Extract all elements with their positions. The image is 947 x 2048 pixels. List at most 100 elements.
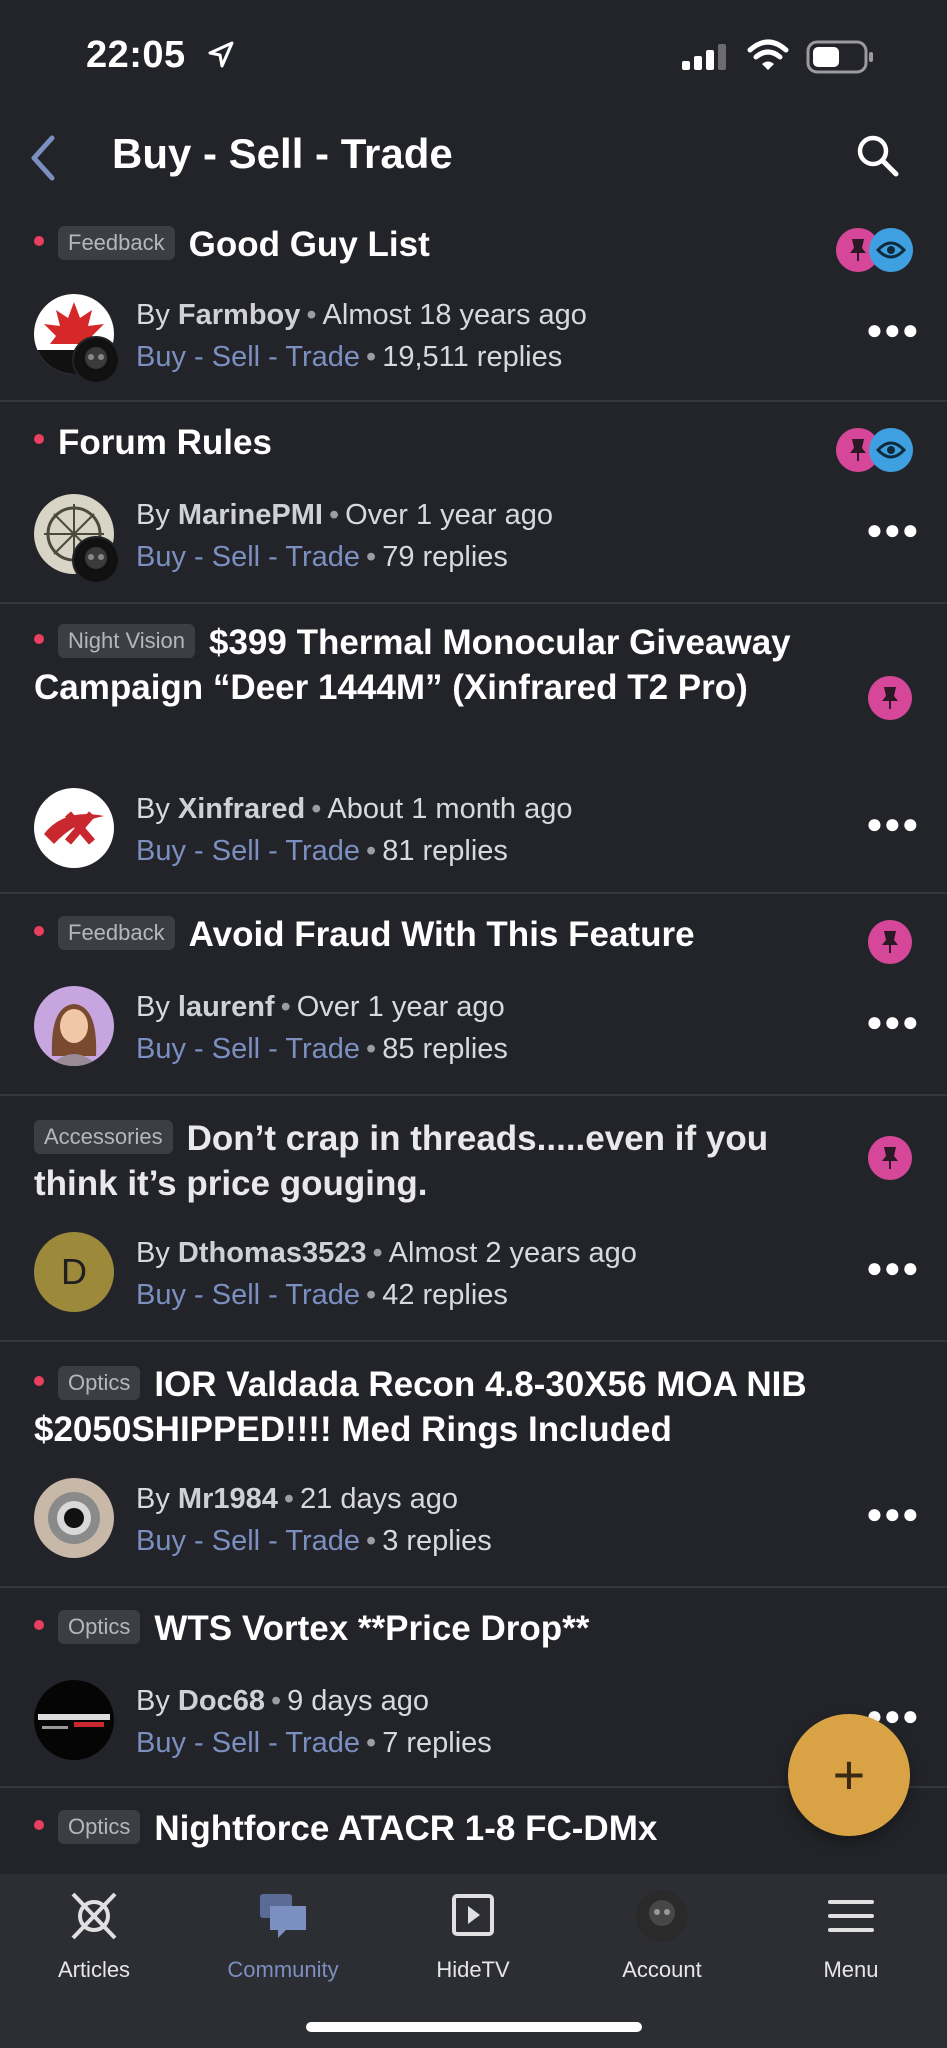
forum-link[interactable]: Buy - Sell - Trade — [136, 1279, 360, 1311]
topic-title[interactable]: Optics WTS Vortex **Price Drop** — [34, 1606, 824, 1651]
tab-menu[interactable]: Menu — [771, 1888, 931, 1983]
author-name[interactable]: Dthomas3523 — [178, 1237, 367, 1269]
nav-bar: Buy - Sell - Trade — [0, 112, 947, 212]
separator: • — [366, 1033, 377, 1065]
by-label: By — [136, 793, 170, 825]
battery-icon — [806, 40, 873, 74]
separator: • — [366, 341, 377, 373]
unread-indicator — [34, 1819, 44, 1830]
avatar[interactable] — [34, 986, 114, 1066]
topic-tag[interactable]: Feedback — [58, 915, 175, 950]
tab-community[interactable]: Community — [203, 1888, 363, 1983]
avatar-letter: D — [61, 1251, 87, 1292]
topic-tag[interactable]: Optics — [58, 1609, 141, 1644]
location-arrow-icon — [208, 41, 234, 68]
topic-title[interactable]: Forum Rules — [34, 420, 824, 465]
author-name[interactable]: laurenf — [178, 991, 275, 1023]
avatar[interactable] — [34, 1478, 114, 1558]
avatar[interactable] — [34, 1680, 114, 1760]
tab-bar: Articles Community HideTV Account Menu — [0, 1874, 947, 2048]
topic-row[interactable]: Forum Rules By MarinePMI • Over 1 year ago… — [0, 402, 947, 604]
topic-tag[interactable]: Feedback — [58, 225, 175, 260]
post-age: 9 days ago — [287, 1685, 429, 1717]
unread-indicator — [34, 1619, 44, 1630]
more-options-icon[interactable]: ●●● — [866, 808, 920, 840]
separator: • — [366, 1727, 377, 1759]
topic-row[interactable]: Feedback Avoid Fraud With This Feature By… — [0, 894, 947, 1096]
watching-eye-icon — [869, 228, 913, 272]
reply-count: 3 replies — [382, 1525, 492, 1557]
more-options-icon[interactable]: ●●● — [866, 1252, 920, 1284]
home-indicator[interactable] — [306, 2022, 642, 2032]
back-chevron-icon[interactable] — [22, 130, 62, 186]
tab-hidetv[interactable]: HideTV — [393, 1888, 553, 1983]
topic-title[interactable]: Feedback Good Guy List — [34, 222, 824, 267]
reply-count: 7 replies — [382, 1727, 492, 1759]
topic-tag[interactable]: Night Vision — [58, 623, 195, 658]
topic-row[interactable]: Feedback Good Guy List By Farmboy • Almost … — [0, 212, 947, 402]
separator: • — [306, 299, 317, 331]
topic-tag[interactable]: Accessories — [34, 1119, 173, 1154]
separator: • — [280, 991, 291, 1023]
separator: • — [366, 1525, 377, 1557]
topic-tag[interactable]: Optics — [58, 1809, 141, 1844]
more-options-icon[interactable]: ●●● — [866, 1498, 920, 1530]
plus-icon: + — [832, 1743, 866, 1806]
author-name[interactable]: MarinePMI — [178, 499, 323, 531]
topic-meta: By Dthomas3523 • Almost 2 years ago Buy - … — [136, 1232, 637, 1316]
topic-title-text[interactable]: IOR Valdada Recon 4.8-30X56 MOA NIB $205… — [34, 1365, 807, 1449]
forum-link[interactable]: Buy - Sell - Trade — [136, 835, 360, 867]
tab-account[interactable]: Account — [582, 1888, 742, 1983]
topic-title-text[interactable]: WTS Vortex **Price Drop** — [154, 1609, 589, 1648]
unread-indicator — [34, 925, 44, 936]
separator: • — [270, 1685, 282, 1717]
tab-articles[interactable]: Articles — [14, 1888, 174, 1983]
forum-link[interactable]: Buy - Sell - Trade — [136, 1727, 360, 1759]
topic-row[interactable]: Night Vision $399 Thermal Monocular Givea… — [0, 604, 947, 894]
author-name[interactable]: Doc68 — [178, 1685, 265, 1717]
author-name[interactable]: Farmboy — [178, 299, 300, 331]
topic-row[interactable]: Optics IOR Valdada Recon 4.8-30X56 MOA NI… — [0, 1342, 947, 1588]
more-options-icon[interactable]: ●●● — [866, 514, 920, 546]
by-label: By — [136, 1685, 170, 1717]
post-age: Over 1 year ago — [345, 499, 554, 531]
tab-label: Community — [227, 1957, 339, 1982]
by-label: By — [136, 1237, 170, 1269]
more-options-icon[interactable]: ●●● — [866, 1006, 920, 1038]
avatar[interactable] — [34, 788, 114, 868]
by-label: By — [136, 499, 170, 531]
topic-title-text[interactable]: Nightforce ATACR 1-8 FC-DMx — [154, 1809, 657, 1848]
author-name[interactable]: Xinfrared — [178, 793, 305, 825]
topic-title-text[interactable]: Avoid Fraud With This Feature — [189, 915, 695, 954]
search-icon[interactable] — [852, 130, 904, 182]
topic-title-text[interactable]: Forum Rules — [58, 423, 272, 462]
more-options-icon[interactable]: ●●● — [866, 314, 920, 346]
watching-eye-icon — [869, 428, 913, 472]
new-topic-button[interactable]: + — [788, 1714, 910, 1836]
chat-bubbles-icon — [260, 1894, 306, 1938]
forum-link[interactable]: Buy - Sell - Trade — [136, 341, 360, 373]
topic-title[interactable]: Optics IOR Valdada Recon 4.8-30X56 MOA NI… — [34, 1362, 824, 1452]
topic-meta: By Xinfrared • About 1 month ago Buy - Sel… — [136, 788, 572, 872]
topic-meta: By MarinePMI • Over 1 year ago Buy - Sell … — [136, 494, 553, 578]
topic-title[interactable]: Feedback Avoid Fraud With This Feature — [34, 912, 824, 957]
topic-title[interactable]: Accessories Don’t crap in threads.....eve… — [34, 1116, 824, 1206]
forum-link[interactable]: Buy - Sell - Trade — [136, 1033, 360, 1065]
forum-link[interactable]: Buy - Sell - Trade — [136, 541, 360, 573]
forum-link[interactable]: Buy - Sell - Trade — [136, 1525, 360, 1557]
topic-meta: By Doc68 • 9 days ago Buy - Sell - Trade • 7… — [136, 1680, 492, 1764]
topic-row[interactable]: Accessories Don’t crap in threads.....eve… — [0, 1096, 947, 1342]
cellular-signal-icon — [682, 44, 726, 70]
separator: • — [283, 1483, 295, 1515]
avatar-badge — [72, 536, 120, 584]
play-icon — [452, 1894, 494, 1936]
author-name[interactable]: Mr1984 — [178, 1483, 278, 1515]
tab-label: Menu — [823, 1957, 879, 1982]
topic-title[interactable]: Optics Nightforce ATACR 1-8 FC-DMx — [34, 1806, 824, 1851]
separator: • — [372, 1237, 383, 1269]
topic-tag[interactable]: Optics — [58, 1365, 141, 1400]
topic-title-text[interactable]: Good Guy List — [189, 225, 430, 264]
unread-indicator — [34, 433, 44, 444]
avatar[interactable]: D — [34, 1232, 114, 1312]
topic-title[interactable]: Night Vision $399 Thermal Monocular Givea… — [34, 620, 824, 710]
